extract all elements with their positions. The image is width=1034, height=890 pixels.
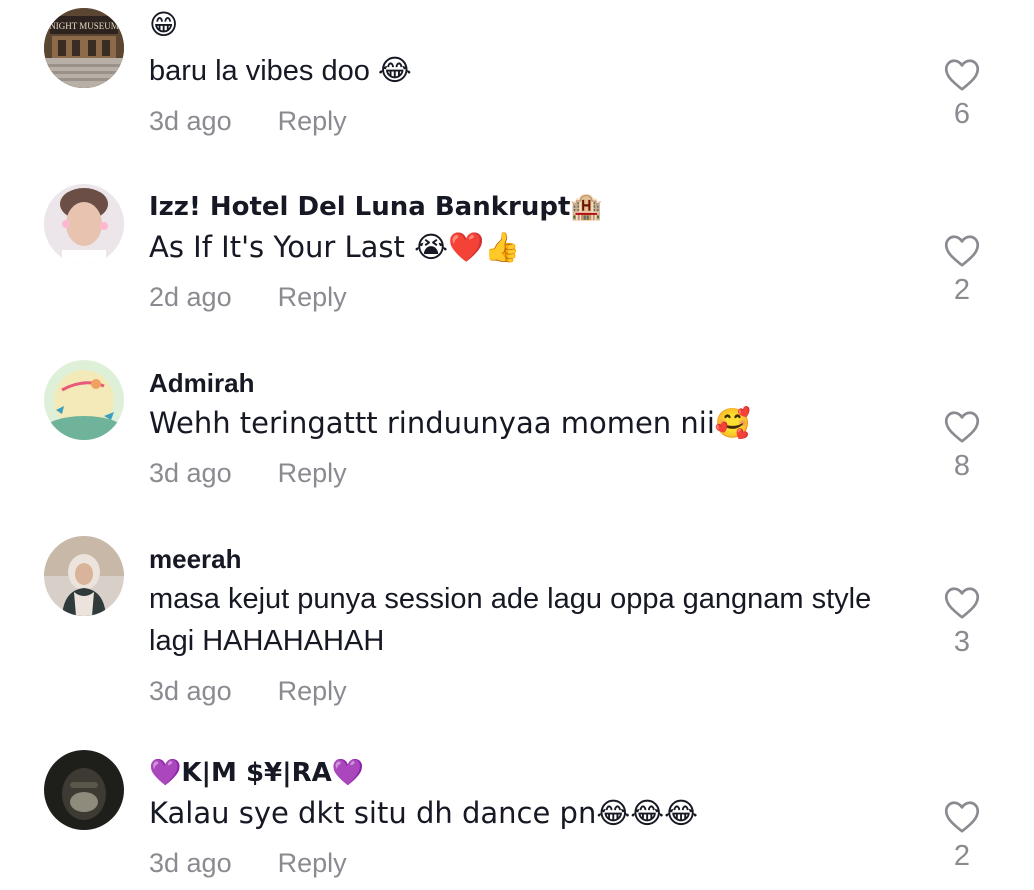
comment-meta: 3d ago Reply	[149, 106, 347, 137]
comment-timestamp: 3d ago	[149, 676, 232, 706]
avatar[interactable]: NIGHT MUSEUM	[44, 8, 124, 88]
reply-button[interactable]: Reply	[278, 458, 347, 488]
comment-meta: 3d ago Reply	[149, 848, 347, 879]
heart-outline-icon[interactable]	[944, 410, 980, 444]
comment-timestamp: 3d ago	[149, 106, 232, 136]
avatar[interactable]	[44, 360, 124, 440]
comment-text: Wehh teringattt rinduunyaa momen nii🥰	[149, 406, 751, 440]
like-button[interactable]: 6	[938, 58, 986, 131]
reply-button[interactable]: Reply	[278, 282, 347, 312]
comment-text: Kalau sye dkt situ dh dance pn😂😂😂	[149, 796, 698, 830]
like-button[interactable]: 2	[938, 234, 986, 307]
like-button[interactable]: 2	[938, 800, 986, 873]
heart-outline-icon[interactable]	[944, 234, 980, 268]
svg-text:NIGHT MUSEUM: NIGHT MUSEUM	[49, 21, 119, 31]
avatar[interactable]	[44, 536, 124, 616]
reply-button[interactable]: Reply	[278, 676, 347, 706]
like-button[interactable]: 3	[938, 586, 986, 659]
heart-outline-icon[interactable]	[944, 58, 980, 92]
comment-username[interactable]: meerah	[149, 544, 242, 575]
like-count: 8	[953, 450, 971, 482]
comment-username[interactable]: Admirah	[149, 368, 254, 399]
reply-button[interactable]: Reply	[278, 848, 347, 878]
comment-meta: 3d ago Reply	[149, 676, 347, 707]
comment-username[interactable]: Izz! Hotel Del Luna Bankrupt🏨	[149, 192, 603, 222]
avatar[interactable]	[44, 750, 124, 830]
comment-meta: 2d ago Reply	[149, 282, 347, 313]
comment-text: As If It's Your Last 😭❤️👍	[149, 230, 521, 264]
like-button[interactable]: 8	[938, 410, 986, 483]
comment-timestamp: 3d ago	[149, 458, 232, 488]
comment-username[interactable]: 😁	[149, 8, 178, 41]
reply-button[interactable]: Reply	[278, 106, 347, 136]
heart-outline-icon[interactable]	[944, 800, 980, 834]
like-count: 2	[953, 274, 971, 306]
avatar[interactable]	[44, 184, 124, 264]
comment-text: masa kejut punya session ade lagu oppa g…	[149, 583, 872, 657]
comment-timestamp: 2d ago	[149, 282, 232, 312]
comment-meta: 3d ago Reply	[149, 458, 347, 489]
like-count: 2	[953, 840, 971, 872]
comment-text: baru la vibes doo 😂	[149, 55, 412, 87]
like-count: 3	[953, 626, 971, 658]
comment-timestamp: 3d ago	[149, 848, 232, 878]
comment-username[interactable]: 💜K|M $¥|RA💜	[149, 758, 364, 788]
heart-outline-icon[interactable]	[944, 586, 980, 620]
like-count: 6	[953, 98, 971, 130]
